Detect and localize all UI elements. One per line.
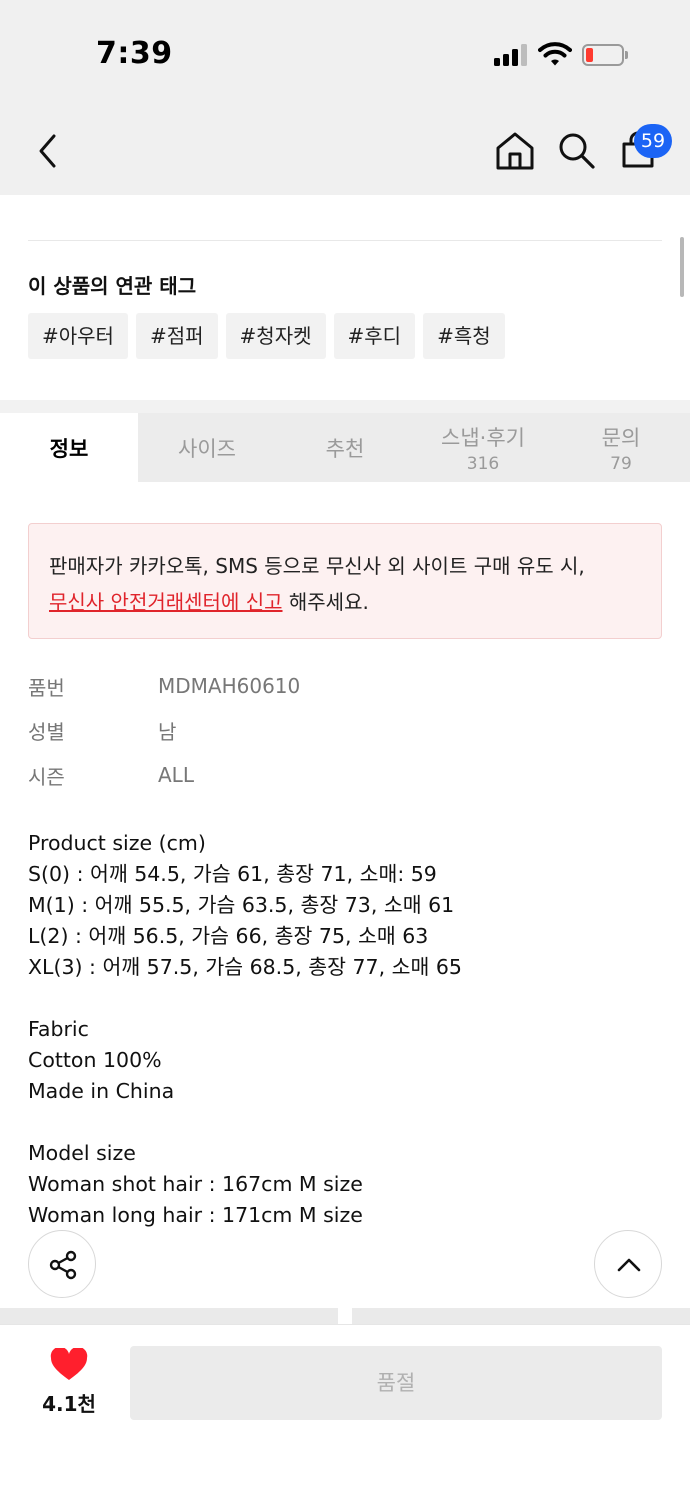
tab-label: 추천 [325, 436, 365, 461]
tab-label: 문의 [601, 425, 641, 450]
description-line [28, 1107, 462, 1138]
tab-recommend[interactable]: 추천 [276, 413, 414, 482]
tab-snap-review[interactable]: 스냅·후기 316 [414, 413, 552, 482]
description-line: Fabric [28, 1017, 89, 1041]
tag-chip[interactable]: #점퍼 [135, 313, 218, 359]
chevron-up-icon [617, 1258, 641, 1272]
back-icon[interactable] [34, 132, 62, 170]
tab-label: 스냅·후기 [441, 425, 525, 450]
info-row: 품번 MDMAH60610 [28, 664, 300, 709]
product-tabs: 정보 사이즈 추천 스냅·후기 316 문의 79 [0, 413, 690, 482]
battery-icon [582, 44, 628, 66]
description-line: Cotton 100% [28, 1048, 162, 1072]
info-row: 성별 남 [28, 709, 300, 754]
tab-count: 316 [466, 453, 500, 474]
report-link[interactable]: 무신사 안전거래센터에 신고 [49, 590, 283, 614]
description-line [28, 983, 462, 1014]
share-icon [49, 1250, 77, 1280]
description-line: Woman shot hair : 167cm M size [28, 1172, 363, 1196]
description-line: Model size [28, 1141, 136, 1165]
safe-trade-notice: 판매자가 카카오톡, SMS 등으로 무신사 외 사이트 구매 유도 시, 무신… [28, 523, 662, 639]
tag-chip[interactable]: #흑청 [423, 313, 505, 359]
description-line: XL(3) : 어깨 57.5, 가슴 68.5, 총장 77, 소매 65 [28, 955, 462, 979]
info-key: 성별 [28, 720, 65, 745]
tab-count: 79 [610, 453, 632, 474]
info-key: 시즌 [28, 764, 65, 789]
description-line: Made in China [28, 1079, 175, 1103]
description-line: M(1) : 어깨 55.5, 가슴 63.5, 총장 73, 소매 61 [28, 893, 455, 917]
notice-suffix: 해주세요. [282, 590, 369, 614]
product-info-table: 품번 MDMAH60610 성별 남 시즌 ALL [28, 664, 300, 798]
tag-chip[interactable]: #청자켓 [225, 313, 326, 359]
description-line: L(2) : 어깨 56.5, 가슴 66, 총장 75, 소매 63 [28, 924, 429, 948]
content-preview [0, 1308, 338, 1324]
tab-inquiry[interactable]: 문의 79 [552, 413, 690, 482]
description-line: Product size (cm) [28, 831, 206, 855]
divider [28, 240, 662, 241]
info-value: ALL [158, 763, 194, 788]
tab-label: 정보 [49, 436, 89, 461]
status-time: 7:39 [96, 36, 173, 71]
scrollbar-thumb[interactable] [680, 237, 684, 297]
share-button[interactable] [28, 1230, 96, 1298]
info-value: 남 [158, 720, 177, 745]
description-line: S(0) : 어깨 54.5, 가슴 61, 총장 71, 소매: 59 [28, 862, 437, 886]
scroll-top-button[interactable] [594, 1230, 662, 1298]
description-line: Woman long hair : 171cm M size [28, 1203, 363, 1227]
content-preview [352, 1308, 690, 1324]
like-count: 4.1천 [42, 1392, 96, 1416]
related-tags-list: #아우터 #점퍼 #청자켓 #후디 #흑청 [28, 313, 505, 359]
top-bar: 7:39 59 [0, 0, 690, 195]
tag-chip[interactable]: #아우터 [28, 313, 128, 359]
sold-out-button[interactable]: 품절 [130, 1346, 662, 1420]
product-description: Product size (cm) S(0) : 어깨 54.5, 가슴 61,… [28, 828, 462, 1231]
cart-count-badge: 59 [634, 124, 672, 158]
info-row: 시즌 ALL [28, 753, 300, 798]
tab-size[interactable]: 사이즈 [138, 413, 276, 482]
tab-info[interactable]: 정보 [0, 413, 138, 482]
related-tags-title: 이 상품의 연관 태그 [28, 274, 197, 298]
tab-label: 사이즈 [178, 436, 236, 461]
home-icon[interactable] [494, 130, 536, 172]
info-key: 품번 [28, 675, 65, 700]
signal-icon [494, 44, 528, 66]
notice-text: 판매자가 카카오톡, SMS 등으로 무신사 외 사이트 구매 유도 시, [49, 554, 585, 578]
section-separator [0, 400, 690, 413]
wifi-icon [538, 42, 572, 66]
tag-chip[interactable]: #후디 [333, 313, 416, 359]
search-icon[interactable] [556, 130, 596, 170]
info-value: MDMAH60610 [158, 674, 301, 699]
heart-icon[interactable] [50, 1348, 88, 1382]
